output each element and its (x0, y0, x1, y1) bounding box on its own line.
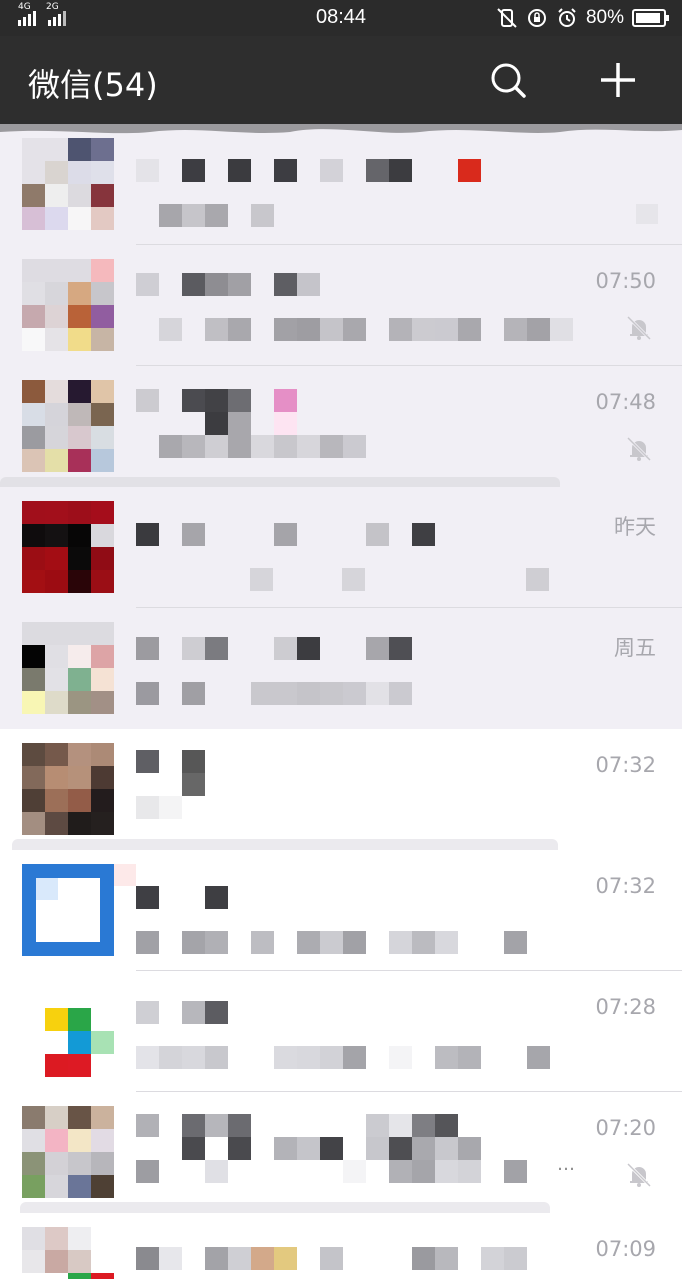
page-title: 微信(54) (28, 66, 158, 104)
battery-icon (632, 9, 669, 27)
chat-preview-redacted (136, 204, 274, 227)
chat-row[interactable]: 07:50 (0, 245, 682, 366)
add-button[interactable] (596, 58, 640, 102)
vibrate-off-icon (497, 8, 517, 28)
avatar (22, 380, 114, 472)
avatar-edge (114, 864, 136, 886)
avatar (22, 864, 114, 956)
chat-name-redacted (136, 750, 205, 773)
chat-row[interactable]: … 07:20 (0, 1092, 682, 1224)
chat-time: 07:28 (595, 995, 656, 1019)
chat-preview-redacted (250, 568, 549, 591)
badge-redacted (636, 204, 658, 224)
mute-bell-icon (626, 315, 652, 341)
chat-time: 昨天 (614, 515, 656, 539)
chat-preview-redacted (136, 318, 573, 341)
app-header: 微信(54) (0, 36, 682, 124)
chat-time: 07:20 (595, 1116, 656, 1140)
chat-name-redacted (136, 389, 297, 412)
mute-bell-icon (626, 436, 652, 462)
chat-name-redacted (136, 1114, 458, 1137)
chat-row[interactable]: 07:09 (0, 1213, 682, 1279)
chat-name-redacted (136, 886, 228, 909)
chat-row[interactable]: 昨天 (0, 487, 682, 608)
avatar (22, 259, 114, 351)
avatar (22, 622, 114, 714)
chat-row[interactable]: 07:32 (0, 850, 682, 971)
chat-preview-redacted (136, 682, 412, 705)
chat-name-redacted-2 (182, 1137, 481, 1160)
chat-name-redacted (136, 637, 412, 660)
avatar (22, 1106, 114, 1198)
chat-name-redacted-2 (182, 773, 205, 796)
header-shadow-smear (0, 124, 682, 134)
chat-name-redacted (136, 159, 481, 182)
chat-time: 07:48 (595, 390, 656, 414)
chat-preview-redacted (159, 435, 366, 458)
chat-time: 07:32 (595, 874, 656, 898)
chat-time: 07:32 (595, 753, 656, 777)
avatar (22, 985, 114, 1077)
chat-name-redacted (136, 1247, 527, 1270)
chat-list[interactable]: 07:50 07:48 昨天 周五 07:32 07:32 07:28 … 07… (0, 124, 682, 1279)
chat-time: 07:09 (595, 1237, 656, 1261)
avatar (22, 1227, 114, 1279)
alarm-icon (558, 8, 576, 27)
battery-percent: 80% (585, 7, 624, 28)
avatar (22, 501, 114, 593)
avatar (22, 743, 114, 835)
search-icon (491, 63, 526, 98)
status-icons: 80% (496, 4, 670, 32)
avatar (22, 138, 114, 230)
rotation-lock-icon (527, 9, 546, 27)
chat-name-redacted (136, 523, 435, 546)
chat-preview-redacted (136, 796, 182, 819)
chat-row[interactable]: 周五 (0, 608, 682, 729)
chat-preview-redacted (136, 1160, 527, 1183)
chat-time: 07:50 (595, 269, 656, 293)
status-bar: 4G 2G 08:44 80% (0, 0, 682, 36)
preview-ellipsis: … (557, 1154, 576, 1175)
chat-name-redacted-2 (159, 412, 297, 435)
chat-row[interactable]: 07:48 (0, 366, 682, 499)
chat-row[interactable] (0, 124, 682, 245)
chat-preview-redacted (136, 931, 527, 954)
chat-preview-redacted (136, 1046, 550, 1069)
search-button[interactable] (486, 58, 530, 102)
chat-row[interactable]: 07:28 (0, 971, 682, 1092)
mute-bell-icon (626, 1162, 652, 1188)
chat-name-redacted (136, 1001, 228, 1024)
plus-icon (601, 63, 635, 97)
chat-time: 周五 (614, 636, 656, 660)
chat-name-redacted (136, 273, 320, 296)
chat-row[interactable]: 07:32 (0, 729, 682, 861)
